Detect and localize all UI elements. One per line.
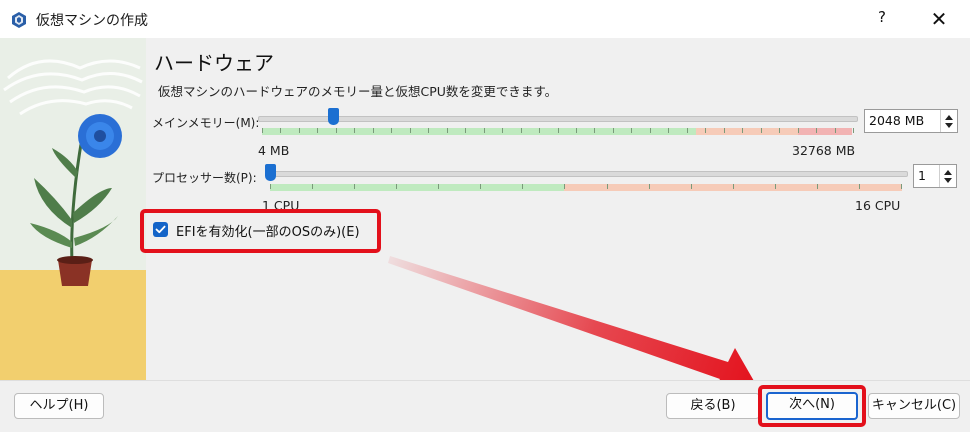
next-highlight-box	[758, 385, 866, 427]
cancel-button[interactable]: キャンセル(C)	[868, 393, 960, 419]
annotation-arrow	[388, 256, 762, 395]
help-button[interactable]: ヘルプ(H)	[14, 393, 104, 419]
back-button[interactable]: 戻る(B)	[666, 393, 760, 419]
dialog-window: 仮想マシンの作成 ? ✕ ハードウェア 仮想マシンのハードウェアのメモリー量と仮…	[0, 0, 970, 432]
